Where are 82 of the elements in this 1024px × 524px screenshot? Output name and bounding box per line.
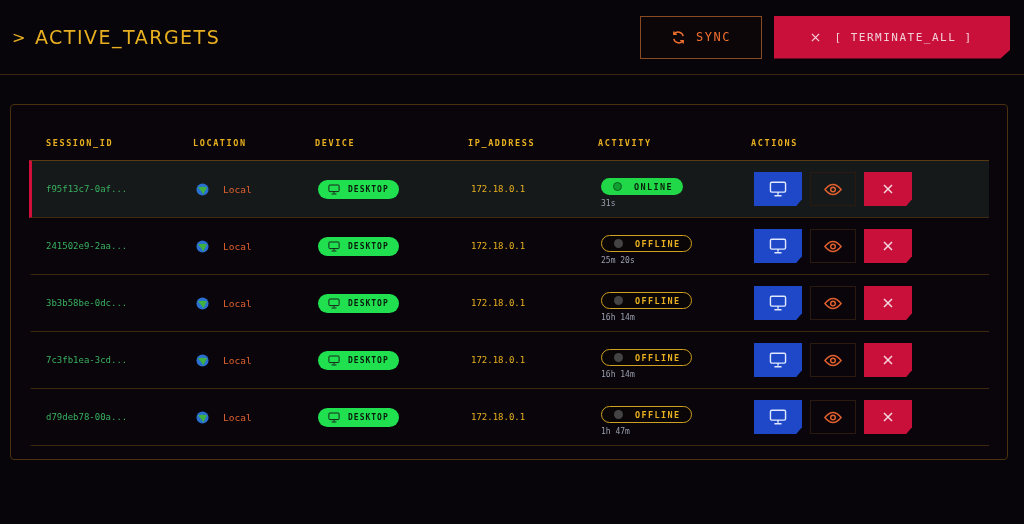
activity-duration: 25m 20s xyxy=(601,256,635,265)
session-row[interactable]: d79deb78-00a... Local DESKTOP 172.18.0.1 OFFLINE 1h 47m xyxy=(29,389,989,446)
monitor-icon xyxy=(769,238,787,254)
monitor-icon xyxy=(769,352,787,368)
monitor-icon xyxy=(328,354,340,366)
ip-address: 172.18.0.1 xyxy=(471,241,527,251)
activity-duration: 31s xyxy=(601,199,616,208)
session-row[interactable]: 7c3fb1ea-3cd... Local DESKTOP 172.18.0.1 OFFLINE 16h 14m xyxy=(29,332,989,389)
ip-address: 172.18.0.1 xyxy=(471,412,527,422)
view-button[interactable] xyxy=(810,229,856,263)
session-row[interactable]: 3b3b58be-0dc... Local DESKTOP 172.18.0.1 OFFLINE 16h 14m xyxy=(29,275,989,332)
location-text: Local xyxy=(223,411,252,423)
status-badge: OFFLINE xyxy=(601,292,692,309)
close-icon xyxy=(811,32,821,42)
eye-icon xyxy=(824,410,842,424)
eye-icon xyxy=(824,296,842,310)
column-header: ACTIONS xyxy=(751,137,800,148)
close-icon xyxy=(883,184,893,194)
close-icon xyxy=(883,241,893,251)
device-badge: DESKTOP xyxy=(318,293,399,313)
monitor-icon xyxy=(328,411,340,423)
device-badge: DESKTOP xyxy=(318,407,399,427)
location-text: Local xyxy=(223,354,252,366)
remote-desktop-button[interactable] xyxy=(754,343,802,377)
monitor-icon xyxy=(769,409,787,425)
remote-desktop-button[interactable] xyxy=(754,229,802,263)
device-badge: DESKTOP xyxy=(318,179,399,199)
location-text: Local xyxy=(223,183,252,195)
session-row[interactable]: f95f13c7-0af... Local DESKTOP 172.18.0.1 ONLINE 31s xyxy=(29,160,989,218)
view-button[interactable] xyxy=(810,172,856,206)
remote-desktop-button[interactable] xyxy=(754,400,802,434)
ip-address: 172.18.0.1 xyxy=(471,355,527,365)
close-icon xyxy=(883,355,893,365)
column-header: SESSION_ID xyxy=(45,137,115,148)
location-text: Local xyxy=(223,297,252,309)
session-row[interactable]: 241502e9-2aa... Local DESKTOP 172.18.0.1 OFFLINE 25m 20s xyxy=(29,218,989,275)
prompt-symbol: > xyxy=(12,27,27,47)
monitor-icon xyxy=(328,297,340,309)
view-button[interactable] xyxy=(810,343,856,377)
monitor-icon xyxy=(328,183,340,195)
ip-address: 172.18.0.1 xyxy=(471,298,527,308)
session-id: 7c3fb1ea-3cd... xyxy=(45,355,129,365)
monitor-icon xyxy=(769,295,787,311)
globe-icon xyxy=(196,182,209,196)
session-id: d79deb78-00a... xyxy=(45,412,129,422)
page-title: ACTIVE_TARGETS xyxy=(34,26,221,48)
session-id: f95f13c7-0af... xyxy=(45,184,129,194)
column-header: LOCATION xyxy=(193,137,248,148)
monitor-icon xyxy=(769,181,787,197)
remote-desktop-button[interactable] xyxy=(754,286,802,320)
session-id: 241502e9-2aa... xyxy=(45,241,129,251)
status-badge: OFFLINE xyxy=(601,406,692,423)
device-badge: DESKTOP xyxy=(318,350,399,370)
sync-button[interactable]: SYNC xyxy=(640,15,762,59)
close-icon xyxy=(883,412,893,422)
view-button[interactable] xyxy=(810,286,856,320)
column-header: DEVICE xyxy=(315,137,357,148)
session-id: 3b3b58be-0dc... xyxy=(45,298,129,308)
monitor-icon xyxy=(328,240,340,252)
column-header: IP_ADDRESS xyxy=(468,137,537,148)
ip-address: 172.18.0.1 xyxy=(471,184,527,194)
refresh-icon xyxy=(671,29,687,45)
eye-icon xyxy=(824,182,842,196)
globe-icon xyxy=(196,353,209,367)
status-badge: OFFLINE xyxy=(601,349,692,366)
activity-duration: 1h 47m xyxy=(601,427,630,436)
close-icon xyxy=(883,298,893,308)
status-badge: OFFLINE xyxy=(601,235,692,252)
device-badge: DESKTOP xyxy=(318,236,399,256)
status-badge: ONLINE xyxy=(601,178,684,195)
globe-icon xyxy=(196,296,209,310)
location-text: Local xyxy=(223,240,252,252)
eye-icon xyxy=(824,239,842,253)
remote-desktop-button[interactable] xyxy=(754,172,802,206)
globe-icon xyxy=(196,410,209,424)
column-header: ACTIVITY xyxy=(598,137,653,148)
activity-duration: 16h 14m xyxy=(601,370,635,379)
globe-icon xyxy=(196,239,209,253)
activity-duration: 16h 14m xyxy=(601,313,635,322)
terminate-all-button[interactable]: [ TERMINATE_ALL ] xyxy=(774,15,1010,59)
view-button[interactable] xyxy=(810,400,856,434)
eye-icon xyxy=(824,353,842,367)
